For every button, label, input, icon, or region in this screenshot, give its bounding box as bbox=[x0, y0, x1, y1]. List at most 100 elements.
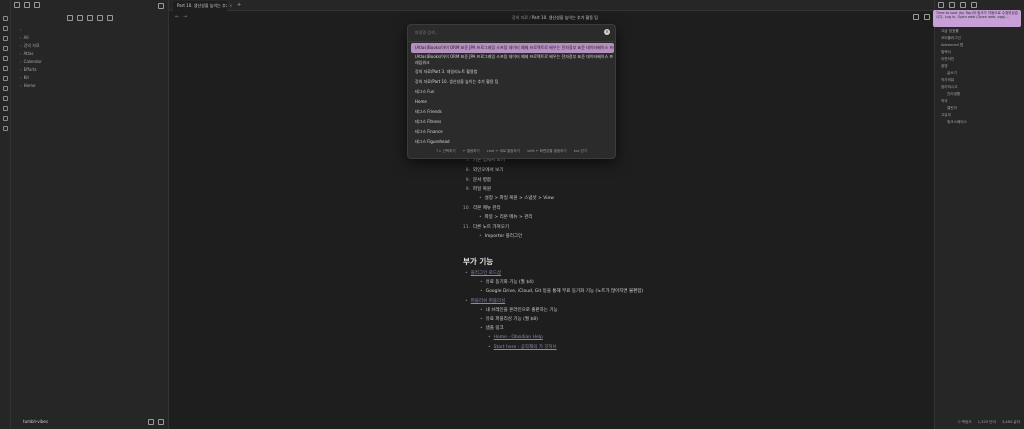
tag-icon[interactable] bbox=[3, 56, 8, 61]
calendar-icon[interactable] bbox=[3, 46, 8, 51]
files-icon[interactable] bbox=[3, 16, 8, 21]
folder-icon[interactable] bbox=[14, 2, 20, 8]
list-item: • Start here - 공작재의 가 깃허브 bbox=[488, 345, 557, 350]
outline-item[interactable]: 고급 장표를 bbox=[941, 28, 967, 35]
canvas-icon[interactable] bbox=[3, 96, 8, 101]
vault-name[interactable]: tumblr-vibes bbox=[23, 419, 48, 424]
new-tab-button[interactable]: + bbox=[237, 2, 241, 8]
tree-item[interactable]: › bbox=[20, 26, 42, 34]
outline-icon[interactable] bbox=[971, 2, 977, 8]
tree-item[interactable]: › 강의 자료 bbox=[20, 42, 42, 50]
file-tree: › › All › 강의 자료 › Atlas › Calendar › Efforts … bbox=[20, 26, 42, 90]
suggestion-item[interactable]: 강의 자료/Part 3. 데일리노트 활용법 bbox=[411, 67, 614, 77]
list-item: • 유료 퍼블리싱 기능 (월 $8) bbox=[480, 317, 538, 322]
suggestion-item-selected[interactable]: (Atlas)Books/아이 ORM 표준 JPA 프로그래밍 스프링 데이터… bbox=[411, 43, 614, 53]
outline-item[interactable]: 코어플러그인 bbox=[941, 35, 967, 42]
outgoing-links-icon[interactable] bbox=[949, 2, 955, 8]
outline-item[interactable]: Advanced 탭 bbox=[941, 42, 967, 49]
close-icon[interactable]: × bbox=[604, 29, 610, 35]
backlinks-icon[interactable] bbox=[938, 2, 944, 8]
tree-item[interactable]: › All bbox=[20, 34, 42, 42]
settings-icon[interactable] bbox=[158, 419, 164, 425]
outline-item[interactable]: 릴렉서 bbox=[941, 49, 967, 56]
ribbon bbox=[0, 0, 11, 429]
publish-icon[interactable] bbox=[3, 106, 8, 111]
command-icon[interactable] bbox=[3, 76, 8, 81]
suggestion-item[interactable]: 태그스 Fun bbox=[411, 87, 614, 97]
breadcrumb: 강의 자료 / Part 10. 생산성을 높이는 추가 활동 팁 bbox=[512, 15, 598, 20]
list-item: • 플러그인 로드샵 bbox=[465, 271, 502, 276]
word-count: 1,329 단어 bbox=[977, 420, 996, 424]
list-item: • 유료 동기화 기능 (월 $4) bbox=[480, 280, 534, 285]
outline-item[interactable]: 꿈영 bbox=[941, 63, 967, 70]
outline-item[interactable]: 고유의 bbox=[941, 112, 967, 119]
search-icon[interactable] bbox=[24, 2, 30, 8]
suggestion-list: (Atlas)Books/아이 ORM 표준 JPA 프로그래밍 스프링 데이터… bbox=[411, 43, 614, 147]
modal-instructions: ↑↓ 선택하기 ↵ 열람하기 cmd ↵ 새로 열람하기 shift ↵ 화면분… bbox=[435, 149, 588, 153]
left-sidebar: › › All › 강의 자료 › Atlas › Calendar › Efforts … bbox=[11, 0, 169, 429]
search-icon[interactable] bbox=[3, 36, 8, 41]
help-icon[interactable] bbox=[148, 419, 154, 425]
terminal-icon[interactable] bbox=[3, 116, 8, 121]
page-icon[interactable] bbox=[3, 126, 8, 131]
breadcrumb-current[interactable]: Part 10. 생산성을 높이는 추가 활동 팁 bbox=[532, 15, 598, 20]
suggestion-item[interactable]: 태그스 Finance bbox=[411, 127, 614, 137]
list-item: 8. 외인오에서 보기 bbox=[465, 168, 504, 173]
outline-item[interactable]: 작국 bbox=[941, 98, 967, 105]
suggestion-item[interactable]: 태그스 Fitness bbox=[411, 117, 614, 127]
new-folder-icon[interactable] bbox=[77, 15, 83, 21]
sidebar-toggle-icon[interactable] bbox=[158, 3, 164, 9]
graph-icon[interactable] bbox=[3, 26, 8, 31]
bookmark-icon[interactable] bbox=[3, 66, 8, 71]
backlink-count[interactable]: 0 백링크 bbox=[958, 420, 971, 424]
quick-switcher-input[interactable] bbox=[412, 28, 612, 38]
outline-item[interactable]: 작가의뷰 bbox=[941, 77, 967, 84]
forward-arrow-icon[interactable]: → bbox=[183, 14, 187, 20]
right-sidebar: Time to look (by Tap)의 링크가 자동으로 수정되었습니다.… bbox=[933, 0, 1024, 429]
tree-item[interactable]: › Kit bbox=[20, 74, 42, 82]
suggestion-item[interactable]: 강의 자료/Part 10. 생산성을 높이는 추가 활용 팁 bbox=[411, 77, 614, 87]
outline-item[interactable]: 워크스페이스 bbox=[941, 119, 967, 126]
chevron-right-icon: › bbox=[20, 75, 22, 80]
reading-view-icon[interactable] bbox=[913, 14, 919, 20]
list-item: • 파봉 > 리본 메뉴 > 관리 bbox=[479, 215, 533, 220]
tags-icon[interactable] bbox=[960, 2, 966, 8]
expand-icon[interactable] bbox=[107, 15, 113, 21]
tree-item[interactable]: › Calendar bbox=[20, 58, 42, 66]
tree-item[interactable]: › Efforts bbox=[20, 66, 42, 74]
new-note-icon[interactable] bbox=[67, 15, 73, 21]
suggestion-item[interactable]: 태그스 Friends bbox=[411, 107, 614, 117]
status-bar: 0 백링크 1,329 단어 3,484 글자 bbox=[953, 420, 1020, 425]
suggestion-item[interactable]: (Atlas)Books/아이 ORM 표준 JPA 프로그래밍 스프링 데이터… bbox=[411, 53, 614, 67]
chevron-right-icon: › bbox=[20, 27, 22, 32]
list-item: • Home - Obsidian Help bbox=[488, 335, 543, 340]
breadcrumb-parent[interactable]: 강의 자료 bbox=[512, 15, 528, 20]
close-icon[interactable]: × bbox=[229, 3, 232, 8]
template-icon[interactable] bbox=[3, 86, 8, 91]
sort-icon[interactable] bbox=[87, 15, 93, 21]
tree-item[interactable]: › Atlas bbox=[20, 50, 42, 58]
tab-active[interactable]: Part 10. 생산성을 높이는 추가 활동 팁 bbox=[173, 1, 227, 11]
list-item: • 설정 > 파일 복원 > 스냅샷 > View bbox=[479, 196, 554, 201]
collapse-icon[interactable] bbox=[97, 15, 103, 21]
notification-toast[interactable]: Time to look (by Tap)의 링크가 자동으로 수정되었습니다.… bbox=[933, 10, 1021, 27]
outline-item[interactable]: 정리하시고 bbox=[941, 84, 967, 91]
tree-item[interactable]: › Home bbox=[20, 82, 42, 90]
back-arrow-icon[interactable]: ← bbox=[175, 14, 179, 20]
suggestion-item[interactable]: 태그스 Figurehead bbox=[411, 137, 614, 147]
chevron-right-icon: › bbox=[20, 67, 22, 72]
bookmark-icon[interactable] bbox=[34, 2, 40, 8]
list-item: 11. 다른 노트 가져오기 bbox=[462, 225, 509, 230]
list-item: • 샘플 링크 bbox=[480, 326, 504, 331]
outline-item[interactable]: 아웃라인 bbox=[941, 56, 967, 63]
suggestion-item[interactable]: Home bbox=[411, 97, 614, 107]
more-options-icon[interactable] bbox=[924, 14, 930, 20]
outline-item[interactable]: 글쓰기 bbox=[941, 70, 967, 77]
chevron-right-icon: › bbox=[20, 43, 22, 48]
outline-item[interactable]: 캘린더 bbox=[941, 105, 967, 112]
divider bbox=[408, 41, 615, 42]
list-item: 10. 리본 메뉴 관리 bbox=[462, 206, 501, 211]
list-item: • 내 브레인을 온라인으로 출판하는 기능 bbox=[480, 308, 558, 313]
outline-item[interactable]: 진리생활 bbox=[941, 91, 967, 98]
list-item: • 퍼블리쉬 퍼블리싱 bbox=[465, 299, 506, 304]
